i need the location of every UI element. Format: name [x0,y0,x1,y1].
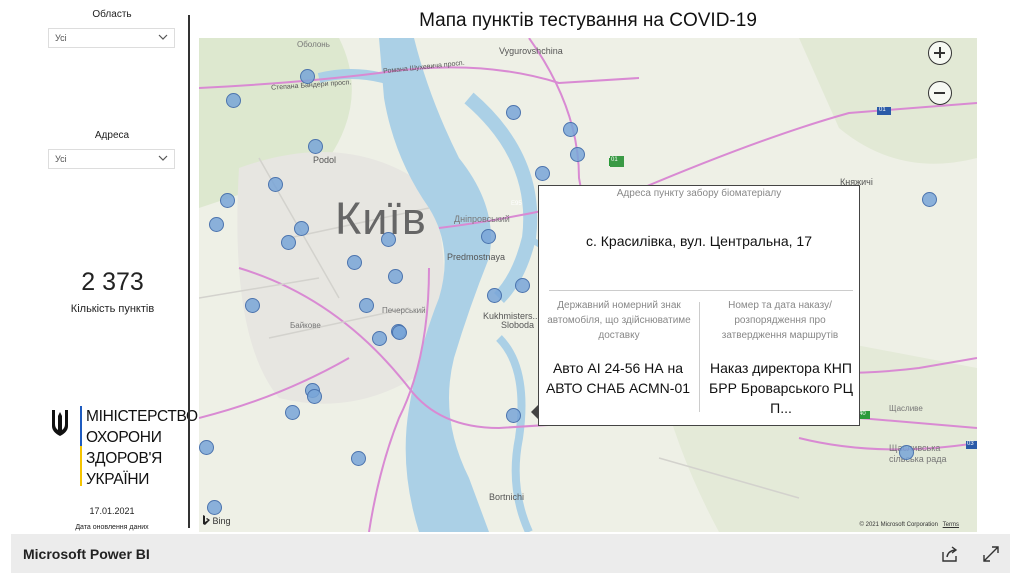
testing-point-marker[interactable] [922,192,937,207]
update-date: 17.01.2021 [89,506,135,516]
testing-point-marker[interactable] [388,269,403,284]
testing-point-marker[interactable] [381,232,396,247]
testing-point-marker[interactable] [294,221,309,236]
trident-icon [52,410,68,436]
testing-point-marker[interactable] [359,298,374,313]
map-label: Sloboda [501,320,535,330]
route-shield-label: 03 [967,441,974,447]
testing-point-marker[interactable] [372,331,387,346]
tooltip-header: Адреса пункту забору біоматеріалу [616,188,782,199]
ministry-name-line: ОХОРОНИ [86,429,162,446]
map-label: Байкове [290,321,321,330]
tooltip-vehicle-heading: Державний номерний знак автомобіля, що з… [547,300,691,341]
map-copyright: © 2021 Microsoft Corporation Terms [860,522,959,528]
address-filter-label: Адреса [94,130,130,141]
bing-logo: Bing [202,515,231,526]
sidebar: Область Усі Адреса Усі 2 373 Кількість п… [0,0,198,533]
chevron-down-icon [158,155,168,161]
ministry-name: МІНІСТЕРСТВО ОХОРОНИ ЗДОРОВ'Я УКРАЇНИ [86,406,198,490]
copyright-text: © 2021 Microsoft Corporation [859,522,938,528]
route-shield-label: 01 [611,157,618,163]
testing-point-marker[interactable] [308,139,323,154]
address-filter-dropdown[interactable]: Усі [48,149,175,169]
update-date-label: Дата оновлення даних [75,524,149,531]
route-shield-label: 01 [879,107,886,113]
region-filter-label: Область [92,9,132,20]
region-filter-value: Усі [55,33,67,43]
app-name: Microsoft Power BI [23,546,150,562]
testing-point-marker[interactable] [570,147,585,162]
sidebar-divider [188,15,190,528]
testing-point-marker[interactable] [207,500,222,515]
map-label: Vygurovshchina [499,46,563,56]
testing-point-marker[interactable] [899,445,914,460]
map-tooltip: Адреса пункту забору біоматеріалу с. Кра… [531,185,860,426]
tooltip-pointer [531,404,539,420]
powerbi-footer: Microsoft Power BI [11,534,1010,573]
share-icon[interactable] [940,544,960,564]
testing-point-marker[interactable] [245,298,260,313]
testing-point-marker[interactable] [307,389,322,404]
tooltip-address: с. Красилівка, вул. Центральна, 17 [585,233,812,249]
ministry-name-line: ЗДОРОВ'Я [86,450,163,467]
address-filter-value: Усі [55,154,67,164]
map-label: Печерський [382,306,426,315]
tooltip-vehicle-value: Авто АІ 24-56 НА на АВТО СНАБ АСМN-01 [545,360,691,396]
ministry-name-line: УКРАЇНИ [86,471,150,488]
logo-stripe-yellow [80,446,82,486]
testing-point-marker[interactable] [220,193,235,208]
chevron-down-icon [158,34,168,40]
map-label: Дніпровський [454,214,510,224]
testing-point-marker[interactable] [535,166,550,181]
testing-point-marker[interactable] [281,235,296,250]
terms-link[interactable]: Terms [943,522,959,528]
map-label: Predmostnaya [447,252,506,262]
testing-point-marker[interactable] [300,69,315,84]
map-label: Bortnichi [489,492,525,502]
route-shield-label: E95 [511,201,522,207]
points-count-label: Кількість пунктів [70,303,155,315]
testing-point-marker[interactable] [347,255,362,270]
route-shield-label: 40 [859,411,866,417]
testing-point-marker[interactable] [268,177,283,192]
ministry-logo: МІНІСТЕРСТВО ОХОРОНИ ЗДОРОВ'Я УКРАЇНИ [50,406,198,490]
tooltip-order-value: Наказ директора КНП БРР Броварського РЦ … [709,360,853,416]
testing-point-marker[interactable] [351,451,366,466]
testing-point-marker[interactable] [487,288,502,303]
tooltip-column-divider [699,302,700,412]
testing-point-marker[interactable] [392,325,407,340]
tooltip-order-heading: Номер та дата наказу/розпорядження про з… [721,300,839,341]
testing-point-marker[interactable] [563,122,578,137]
report-canvas: Область Усі Адреса Усі 2 373 Кількість п… [0,0,1014,533]
testing-point-marker[interactable] [285,405,300,420]
zoom-out-button[interactable] [928,81,952,105]
region-filter-dropdown[interactable]: Усі [48,28,175,48]
map-label: Podol [313,155,337,165]
bing-icon [203,515,210,525]
fullscreen-icon[interactable] [981,544,1001,564]
testing-point-marker[interactable] [209,217,224,232]
bing-label: Bing [212,516,231,526]
ministry-name-line: МІНІСТЕРСТВО [86,408,198,425]
testing-point-marker[interactable] [506,408,521,423]
testing-point-marker[interactable] [481,229,496,244]
testing-point-marker[interactable] [515,278,530,293]
map-label: Оболонь [297,40,330,49]
tooltip-divider [549,290,853,291]
testing-point-marker[interactable] [506,105,521,120]
report-title: Мапа пунктів тестування на COVID-19 [419,10,757,31]
zoom-in-button[interactable] [928,41,952,65]
testing-point-marker[interactable] [199,440,214,455]
testing-point-marker[interactable] [226,93,241,108]
map-label: Щасливська сільська рада [889,443,947,464]
map-label: Щасливе [889,404,923,413]
points-count-value: 2 373 [81,268,144,296]
